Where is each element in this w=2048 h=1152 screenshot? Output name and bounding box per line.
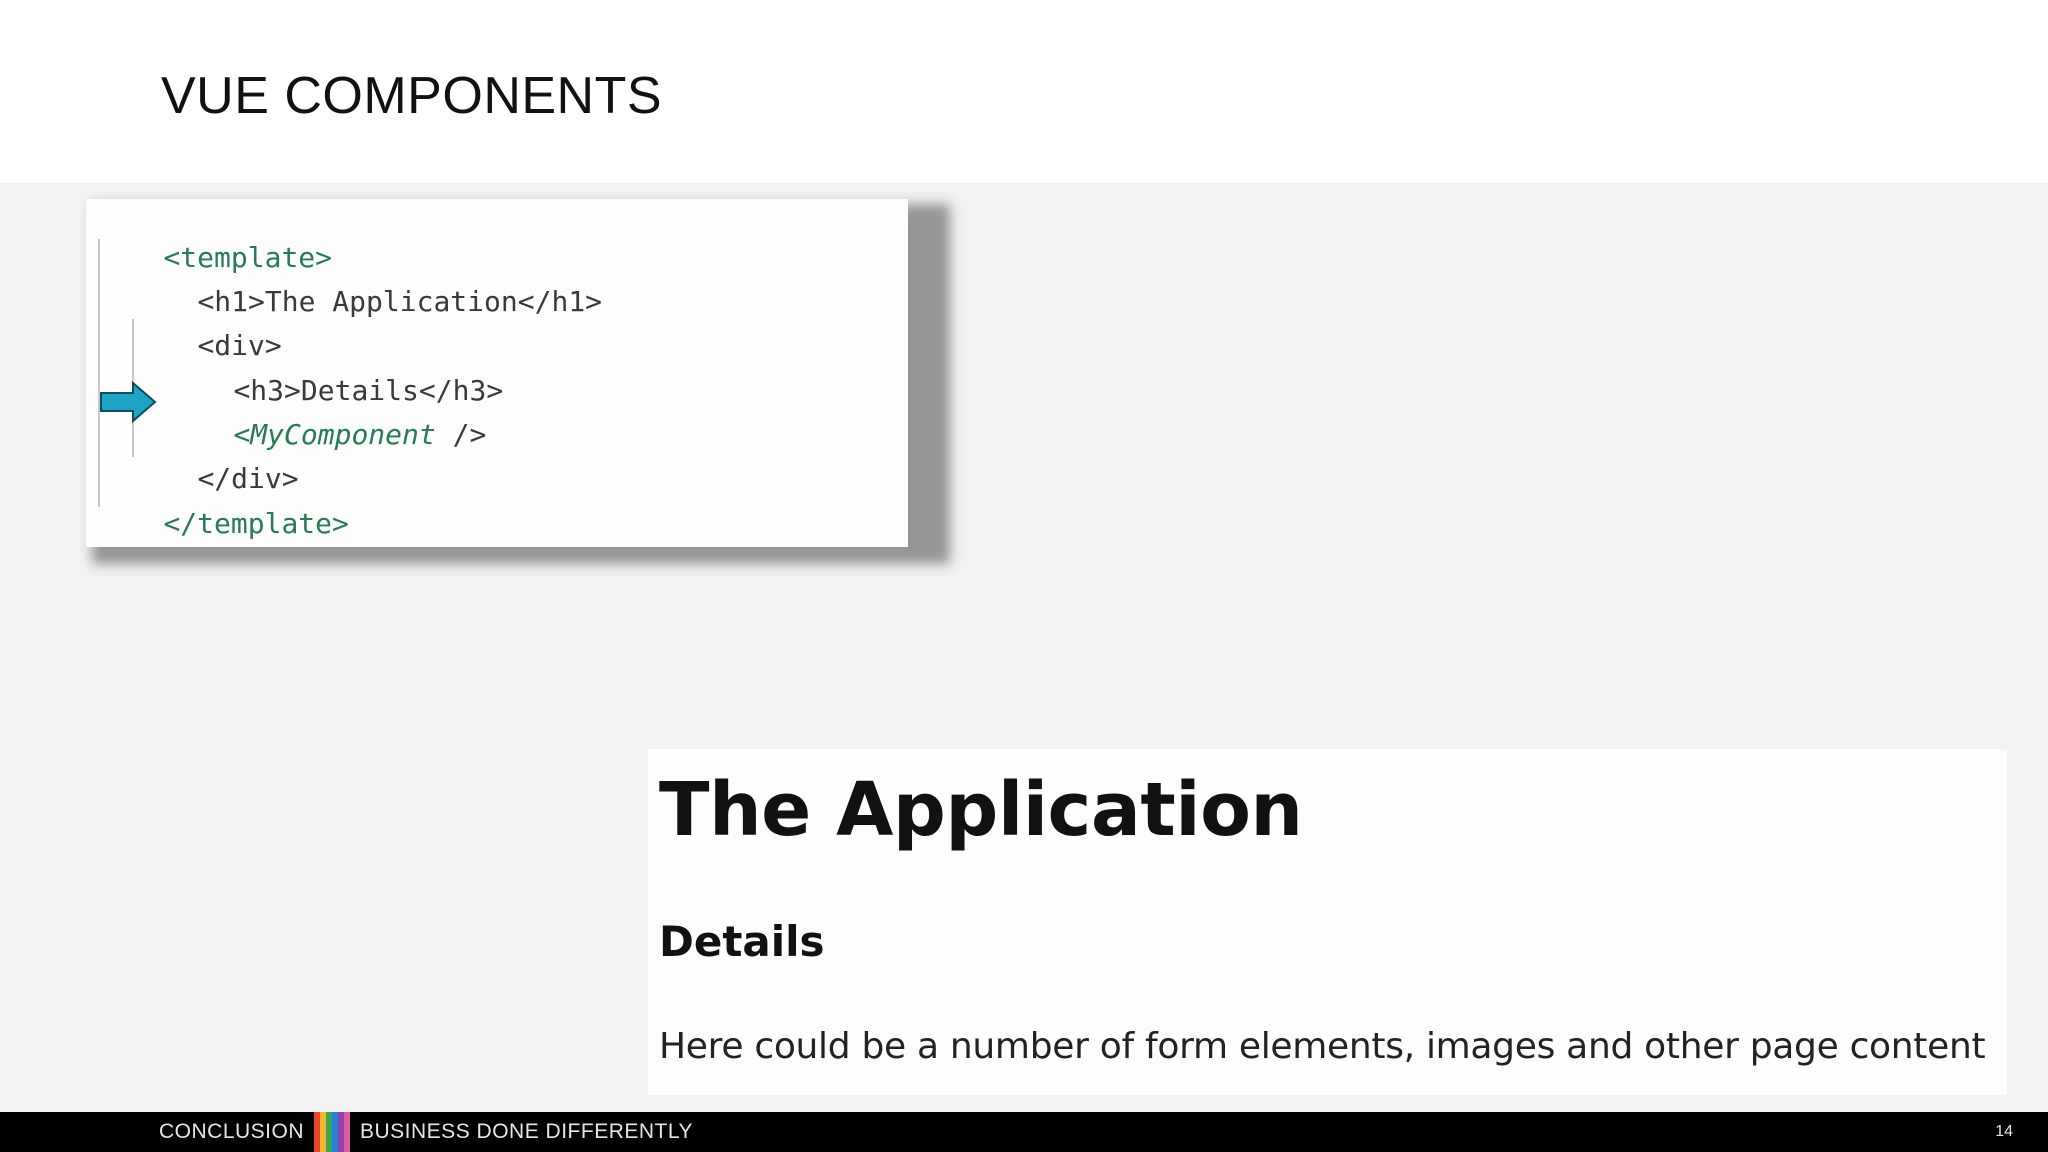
code-snippet-panel: <template> <h1>The Application</h1> <div… <box>86 199 908 547</box>
code-line-template-close: </template> <box>163 507 349 540</box>
rendered-output-panel: The Application Details Here could be a … <box>648 749 2007 1095</box>
rendered-content: Here could be a number of form elements,… <box>659 1026 1986 1067</box>
page-number: 14 <box>1995 1123 2013 1140</box>
footer-tagline: BUSINESS DONE DIFFERENTLY <box>360 1120 693 1143</box>
rendered-heading: The Application <box>659 767 1303 853</box>
arrow-right-icon <box>100 381 157 423</box>
slide-footer: CONCLUSION BUSINESS DONE DIFFERENTLY 14 <box>0 1112 2048 1152</box>
slide-header: VUE COMPONENTS <box>0 0 2048 183</box>
rendered-subheading: Details <box>659 917 825 966</box>
footer-brand: CONCLUSION <box>159 1120 305 1143</box>
brand-stripes-logo <box>314 1112 350 1152</box>
slide-title: VUE COMPONENTS <box>161 67 663 125</box>
brand-stripe <box>344 1112 350 1152</box>
